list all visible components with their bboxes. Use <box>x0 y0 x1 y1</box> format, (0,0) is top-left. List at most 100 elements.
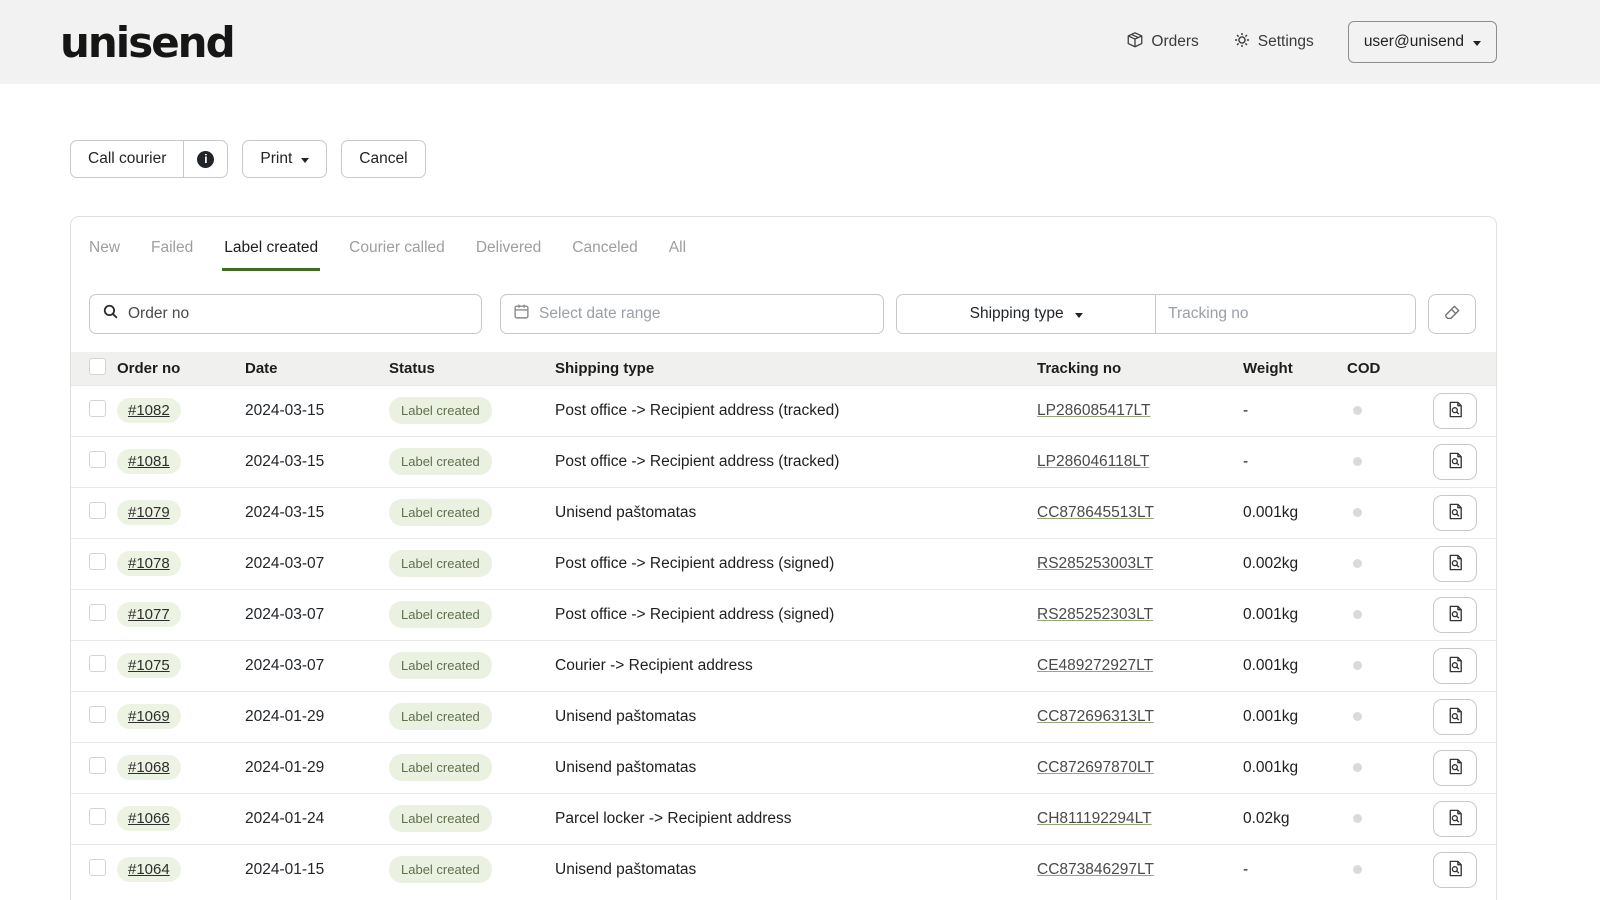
status-tab[interactable]: Label created <box>222 229 321 271</box>
clear-filters-button[interactable] <box>1428 294 1476 334</box>
row-checkbox[interactable] <box>89 502 106 519</box>
row-checkbox[interactable] <box>89 451 106 468</box>
call-courier-button[interactable]: Call courier <box>70 140 184 178</box>
tracking-link[interactable]: CC872696313LT <box>1037 708 1154 725</box>
order-link[interactable]: #1081 <box>117 449 181 474</box>
status-badge: Label created <box>389 703 492 730</box>
shipping-type-value: Unisend paštomatas <box>555 708 697 725</box>
status-tab[interactable]: Canceled <box>570 229 640 271</box>
tracking-link[interactable]: CE489272927LT <box>1037 657 1153 674</box>
preview-label-button[interactable] <box>1433 852 1477 888</box>
unisend-logo[interactable]: unisend <box>60 18 236 67</box>
table-row: #1068 2024-01-29 Label created Unisend p… <box>71 742 1496 793</box>
order-date: 2024-03-15 <box>245 504 325 521</box>
tab-label: Failed <box>151 239 194 256</box>
status-tab[interactable]: All <box>667 229 688 271</box>
weight-value: 0.001kg <box>1243 708 1299 725</box>
order-link[interactable]: #1064 <box>117 857 181 882</box>
tracking-no-search <box>1156 294 1417 334</box>
tracking-link[interactable]: CC872697870LT <box>1037 759 1154 776</box>
order-link[interactable]: #1082 <box>117 398 181 423</box>
preview-label-button[interactable] <box>1433 648 1477 684</box>
cod-indicator <box>1353 457 1362 466</box>
tracking-link[interactable]: RS285252303LT <box>1037 606 1153 623</box>
weight-value: 0.001kg <box>1243 657 1299 674</box>
col-header-order-no: Order no <box>117 360 181 377</box>
preview-label-button[interactable] <box>1433 546 1477 582</box>
shipping-type-dropdown[interactable]: Shipping type <box>896 294 1157 334</box>
order-link[interactable]: #1069 <box>117 704 181 729</box>
status-tab[interactable]: Courier called <box>347 229 447 271</box>
order-date: 2024-03-07 <box>245 657 325 674</box>
preview-label-button[interactable] <box>1433 495 1477 531</box>
row-checkbox[interactable] <box>89 604 106 621</box>
order-no-search <box>89 294 483 334</box>
cod-indicator <box>1353 559 1362 568</box>
filter-bar: Shipping type <box>71 271 1496 334</box>
tracking-link[interactable]: CC878645513LT <box>1037 504 1154 521</box>
table-row: #1082 2024-03-15 Label created Post offi… <box>71 385 1496 436</box>
order-link[interactable]: #1066 <box>117 806 181 831</box>
row-checkbox[interactable] <box>89 859 106 876</box>
tracking-link[interactable]: LP286046118LT <box>1037 453 1149 470</box>
table-row: #1069 2024-01-29 Label created Unisend p… <box>71 691 1496 742</box>
document-preview-icon <box>1446 400 1465 422</box>
status-tab[interactable]: Failed <box>149 229 195 271</box>
order-date: 2024-03-07 <box>245 555 325 572</box>
call-courier-info-button[interactable]: i <box>183 140 229 178</box>
preview-label-button[interactable] <box>1433 750 1477 786</box>
order-link[interactable]: #1078 <box>117 551 181 576</box>
shipping-type-value: Courier -> Recipient address <box>555 657 753 674</box>
tracking-link[interactable]: RS285253003LT <box>1037 555 1153 572</box>
gear-icon <box>1233 31 1251 54</box>
document-preview-icon <box>1446 859 1465 881</box>
nav-settings[interactable]: Settings <box>1233 31 1314 54</box>
tab-label: All <box>668 239 687 256</box>
cancel-label: Cancel <box>359 150 408 167</box>
preview-label-button[interactable] <box>1433 444 1477 480</box>
tracking-link[interactable]: LP286085417LT <box>1037 402 1150 419</box>
row-checkbox[interactable] <box>89 553 106 570</box>
col-header-shipping-type: Shipping type <box>555 360 655 377</box>
cod-indicator <box>1353 712 1362 721</box>
preview-label-button[interactable] <box>1433 597 1477 633</box>
row-checkbox[interactable] <box>89 706 106 723</box>
print-button[interactable]: Print <box>242 140 328 178</box>
shipping-type-value: Unisend paštomatas <box>555 504 697 521</box>
shipping-type-value: Post office -> Recipient address (signed… <box>555 606 835 623</box>
row-checkbox[interactable] <box>89 757 106 774</box>
order-link[interactable]: #1079 <box>117 500 181 525</box>
tracking-link[interactable]: CC873846297LT <box>1037 861 1154 878</box>
preview-label-button[interactable] <box>1433 801 1477 837</box>
tracking-link[interactable]: CH811192294LT <box>1037 810 1152 827</box>
document-preview-icon <box>1446 553 1465 575</box>
order-link[interactable]: #1077 <box>117 602 181 627</box>
date-range-input[interactable] <box>539 305 872 323</box>
order-link[interactable]: #1075 <box>117 653 181 678</box>
row-checkbox[interactable] <box>89 655 106 672</box>
top-navigation: Orders Settings user@unisend <box>1126 21 1497 63</box>
status-tab[interactable]: Delivered <box>474 229 543 271</box>
print-label: Print <box>260 150 293 167</box>
status-tab[interactable]: New <box>87 229 122 271</box>
user-menu-button[interactable]: user@unisend <box>1347 21 1497 63</box>
cancel-button[interactable]: Cancel <box>341 140 426 178</box>
weight-value: 0.001kg <box>1243 606 1299 623</box>
tab-label: Label created <box>224 239 319 256</box>
col-header-tracking-no: Tracking no <box>1037 360 1122 377</box>
row-checkbox[interactable] <box>89 808 106 825</box>
tab-label: Delivered <box>475 239 542 256</box>
chevron-down-icon <box>301 157 310 163</box>
nav-orders[interactable]: Orders <box>1126 31 1199 54</box>
order-link[interactable]: #1068 <box>117 755 181 780</box>
order-no-input[interactable] <box>128 305 470 323</box>
preview-label-button[interactable] <box>1433 699 1477 735</box>
preview-label-button[interactable] <box>1433 393 1477 429</box>
tracking-no-input[interactable] <box>1168 305 1404 323</box>
row-checkbox[interactable] <box>89 400 106 417</box>
nav-settings-label: Settings <box>1257 33 1314 50</box>
order-date: 2024-03-15 <box>245 402 325 419</box>
select-all-checkbox[interactable] <box>89 358 106 375</box>
orders-panel: New Failed Label created Courier called … <box>70 216 1497 900</box>
col-header-cod: COD <box>1347 360 1381 377</box>
